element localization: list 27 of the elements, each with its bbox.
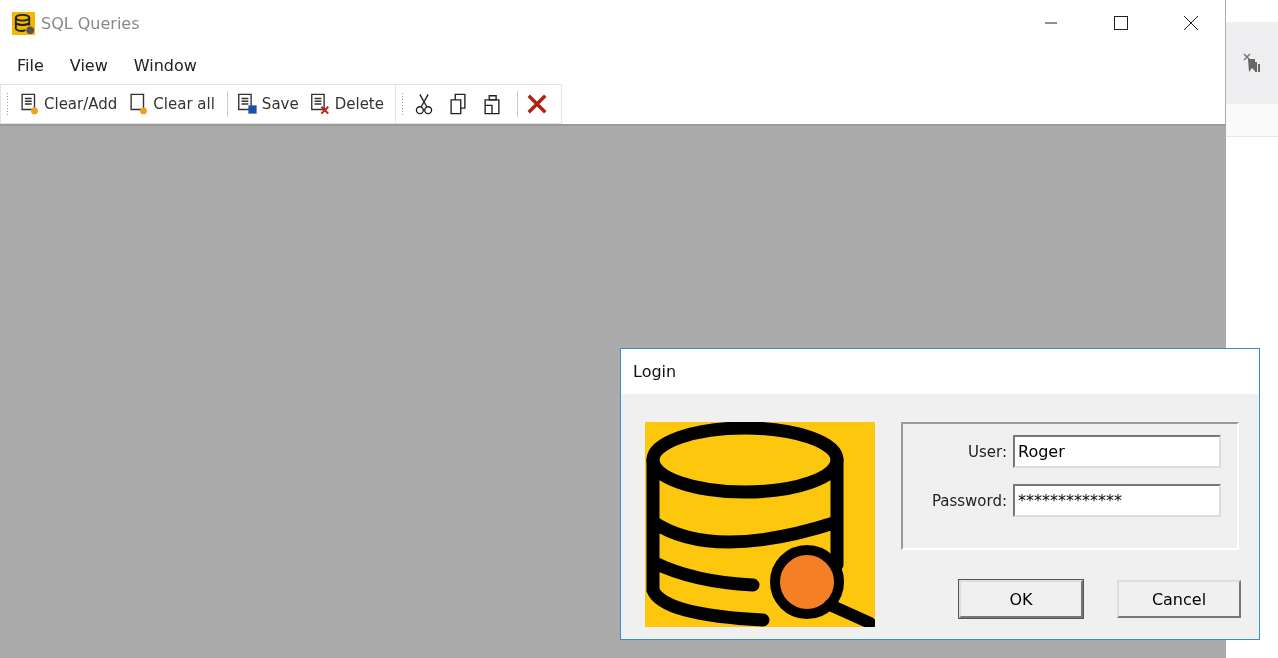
ok-button[interactable]: OK bbox=[959, 580, 1083, 618]
input-field[interactable]: Roger bbox=[1013, 435, 1221, 468]
field-label: User: bbox=[968, 442, 1007, 461]
blank-page-sparkle-icon bbox=[127, 93, 150, 115]
menu-item[interactable]: View bbox=[61, 55, 116, 75]
cursor-icon bbox=[1242, 52, 1262, 74]
cross-icon[interactable] bbox=[526, 93, 548, 115]
clear-all-button[interactable]: Clear all bbox=[124, 91, 218, 117]
scissors-icon[interactable] bbox=[413, 93, 435, 115]
menu-item[interactable]: File bbox=[9, 55, 52, 75]
input-field[interactable]: ************* bbox=[1013, 484, 1221, 517]
page-disk-icon bbox=[235, 93, 258, 115]
copy-icon[interactable] bbox=[447, 93, 469, 115]
clipboard-icon[interactable] bbox=[481, 93, 503, 115]
delete-button[interactable]: Delete bbox=[305, 91, 387, 117]
close-icon[interactable] bbox=[1183, 15, 1199, 31]
cancel-button[interactable]: Cancel bbox=[1117, 580, 1241, 618]
page-sparkle-icon bbox=[18, 93, 40, 115]
clear-add-button[interactable]: Clear/Add bbox=[15, 91, 121, 117]
page-cross-icon bbox=[308, 93, 331, 115]
field-label: Password: bbox=[931, 491, 1007, 510]
window-title: SQL Queries bbox=[41, 13, 140, 33]
database-icon bbox=[12, 11, 35, 35]
maximize-icon[interactable] bbox=[1113, 15, 1129, 31]
save-button[interactable]: Save bbox=[232, 91, 302, 117]
menu-item[interactable]: Window bbox=[125, 55, 205, 75]
dialog-title: Login bbox=[621, 349, 1259, 394]
